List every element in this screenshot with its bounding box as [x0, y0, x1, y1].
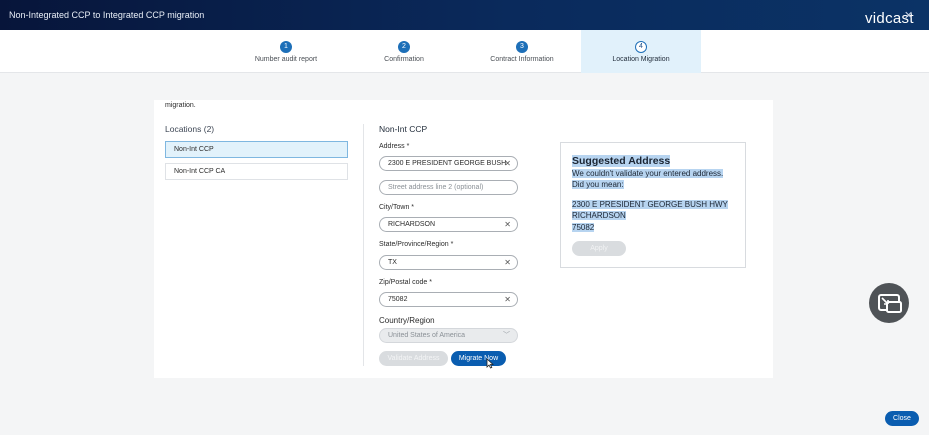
step-number-audit-report[interactable]: 1 Number audit report — [226, 30, 346, 73]
step-number: 2 — [398, 41, 410, 53]
apply-button[interactable]: Apply — [572, 241, 626, 256]
intro-text: migration. — [165, 102, 196, 109]
location-item-non-int-ccp-ca[interactable]: Non-Int CCP CA — [165, 163, 348, 180]
form-title: Non-Int CCP — [379, 124, 428, 134]
step-number: 3 — [516, 41, 528, 53]
step-location-migration[interactable]: 4 Location Migration — [581, 30, 701, 73]
step-confirmation[interactable]: 2 Confirmation — [344, 30, 464, 73]
zip-input[interactable]: 75082 ✕ — [379, 292, 518, 307]
suggestion-message: We couldn't validate your entered addres… — [572, 169, 724, 178]
screen-cast-icon — [878, 294, 902, 313]
screen-cast-button[interactable] — [869, 283, 909, 323]
step-number: 1 — [280, 41, 292, 53]
zip-value: 75082 — [388, 296, 408, 303]
close-button[interactable]: Close — [885, 411, 919, 426]
clear-icon[interactable]: ✕ — [504, 293, 511, 306]
chevron-down-icon: ﹀ — [503, 332, 510, 339]
suggested-zip: 75082 — [572, 223, 595, 232]
step-label: Location Migration — [612, 56, 670, 63]
state-input[interactable]: TX ✕ — [379, 255, 518, 270]
state-label: State/Province/Region * — [379, 241, 454, 248]
step-label: Contract Information — [490, 56, 554, 63]
address-label: Address * — [379, 143, 410, 150]
column-divider — [363, 124, 364, 366]
address-input[interactable]: 2300 E PRESIDENT GEORGE BUSH ✕ — [379, 156, 518, 171]
city-label: City/Town * — [379, 204, 415, 211]
clear-icon[interactable]: ✕ — [504, 218, 511, 231]
clear-icon[interactable]: ✕ — [504, 256, 511, 269]
clear-icon[interactable]: ✕ — [504, 157, 511, 170]
step-number: 4 — [635, 41, 647, 53]
state-value: TX — [388, 259, 397, 266]
close-icon[interactable]: ✕ — [904, 9, 913, 22]
migrate-now-button[interactable]: Migrate Now — [451, 351, 506, 366]
country-label: Country/Region — [379, 316, 435, 325]
location-item-non-int-ccp[interactable]: Non-Int CCP — [165, 141, 348, 158]
migration-card: migration. Locations (2) Non-Int CCP Non… — [154, 100, 773, 378]
step-label: Number audit report — [254, 56, 318, 63]
title-bar: Non-Integrated CCP to Integrated CCP mig… — [0, 0, 929, 30]
step-contract-information[interactable]: 3 Contract Information — [462, 30, 582, 73]
suggested-address-title: Suggested Address — [572, 155, 671, 167]
zip-label: Zip/Postal code * — [379, 279, 432, 286]
city-value: RICHARDSON — [388, 221, 436, 228]
suggested-address-panel: Suggested Address We couldn't validate y… — [560, 142, 746, 268]
window-title: Non-Integrated CCP to Integrated CCP mig… — [9, 10, 205, 20]
country-value: United States of America — [388, 332, 466, 339]
address-line2-input[interactable]: Street address line 2 (optional) — [379, 180, 518, 195]
step-label: Confirmation — [384, 56, 424, 63]
stepper: 1 Number audit report 2 Confirmation 3 C… — [0, 30, 929, 73]
suggested-street: 2300 E PRESIDENT GEORGE BUSH HWY — [572, 200, 728, 209]
locations-heading: Locations (2) — [165, 124, 215, 134]
country-select[interactable]: United States of America ﹀ — [379, 328, 518, 343]
suggestion-prompt: Did you mean: — [572, 180, 624, 189]
address-value: 2300 E PRESIDENT GEORGE BUSH — [388, 160, 507, 167]
city-input[interactable]: RICHARDSON ✕ — [379, 217, 518, 232]
validate-address-button[interactable]: Validate Address — [379, 351, 448, 366]
cursor-icon — [486, 358, 494, 369]
suggested-city: RICHARDSON — [572, 211, 626, 220]
